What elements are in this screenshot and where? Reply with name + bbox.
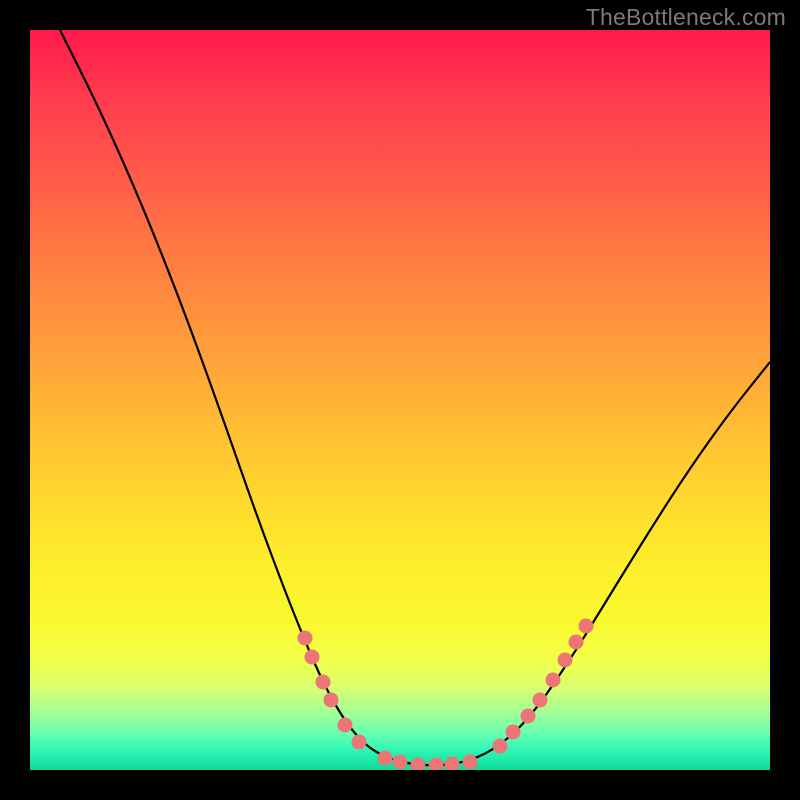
data-marker (393, 755, 408, 770)
data-marker (493, 739, 508, 754)
data-marker (305, 650, 320, 665)
data-marker (558, 653, 573, 668)
data-marker (338, 718, 353, 733)
data-marker (411, 758, 426, 771)
data-marker (316, 675, 331, 690)
data-marker (324, 693, 339, 708)
markers-layer (30, 30, 770, 770)
data-marker (546, 673, 561, 688)
chart-container: TheBottleneck.com (0, 0, 800, 800)
data-marker (533, 693, 548, 708)
data-marker (463, 755, 478, 770)
data-marker (429, 758, 444, 771)
data-marker (378, 751, 393, 766)
data-marker (521, 709, 536, 724)
data-marker (298, 631, 313, 646)
data-marker (445, 757, 460, 771)
data-marker (579, 619, 594, 634)
data-marker (569, 635, 584, 650)
data-marker (506, 725, 521, 740)
data-marker (352, 735, 367, 750)
watermark-text: TheBottleneck.com (586, 4, 786, 31)
marker-group (298, 619, 594, 771)
plot-area (30, 30, 770, 770)
